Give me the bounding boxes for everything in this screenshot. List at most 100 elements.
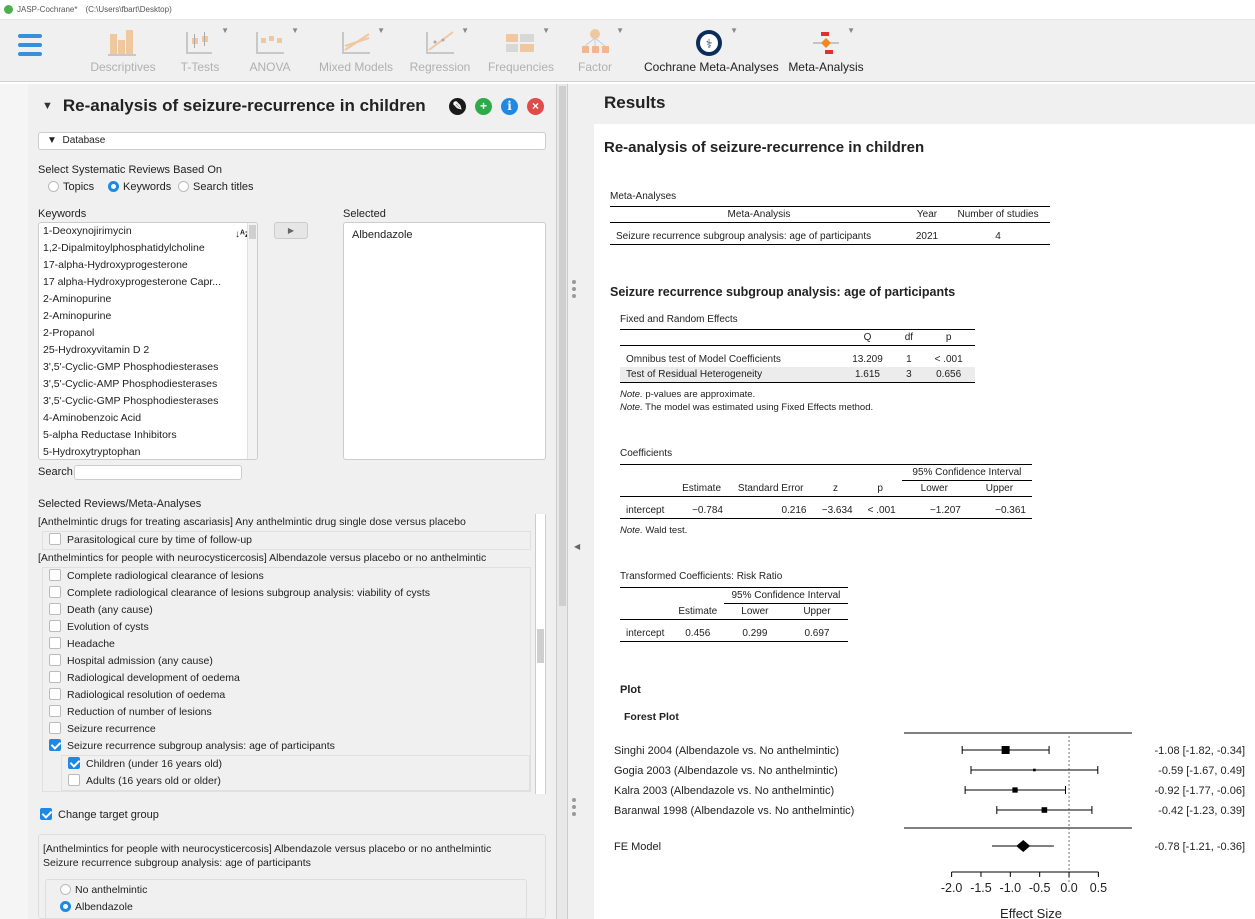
module-regression[interactable]: ▼ Regression: [406, 20, 474, 82]
review-outcome-item[interactable]: Hospital admission (any cause): [43, 653, 530, 670]
keyword-item[interactable]: 1,2-Dipalmitoylphosphatidylcholine: [39, 240, 231, 257]
search-input[interactable]: [74, 465, 242, 480]
close-icon[interactable]: ×: [527, 98, 544, 115]
collapse-triangle-icon[interactable]: ▼: [42, 100, 53, 112]
module-t-tests[interactable]: ▼ T-Tests: [178, 20, 229, 82]
checkbox-icon[interactable]: [49, 603, 61, 615]
selected-keyword-item[interactable]: Albendazole: [352, 229, 413, 241]
module-descriptives[interactable]: Descriptives: [84, 20, 162, 82]
search-label: Search: [38, 466, 73, 478]
x-tick-label: -1.0: [1000, 881, 1022, 895]
module-frequencies[interactable]: ▼ Frequencies: [486, 20, 556, 82]
checkbox-icon[interactable]: [49, 705, 61, 717]
module-meta-analysis[interactable]: ▼ Meta-Analysis: [782, 20, 870, 82]
subgroup-box: Children (under 16 years old) Adults (16 …: [61, 755, 530, 791]
review-outcome-item[interactable]: Parasitological cure by time of follow-u…: [43, 532, 530, 549]
table-row: intercept −0.784 0.216 −3.634 < .001 −1.…: [620, 497, 1032, 519]
radio-circle-icon: [60, 884, 71, 895]
checkbox-checked-icon[interactable]: [68, 757, 80, 769]
radio-no-anthelmintic[interactable]: No anthelmintic: [60, 884, 147, 896]
radio-selected-icon: [108, 181, 119, 192]
results-title: Results: [604, 93, 666, 112]
scroll-thumb[interactable]: [559, 86, 566, 606]
keyword-item[interactable]: 2-Propanol: [39, 325, 231, 342]
keyword-item[interactable]: 1-Deoxynojirimycin: [39, 223, 231, 240]
review-outcome-item[interactable]: Evolution of cysts: [43, 619, 530, 636]
drag-handle-icon[interactable]: [571, 798, 577, 819]
checkbox-icon[interactable]: [49, 533, 61, 545]
module-mixed-models[interactable]: ▼ Mixed Models: [316, 20, 396, 82]
plot-section-title: Plot: [620, 684, 641, 696]
info-icon[interactable]: i: [501, 98, 518, 115]
checkbox-icon[interactable]: [68, 774, 80, 786]
radio-topics[interactable]: Topics: [48, 181, 94, 193]
analysis-title[interactable]: Re-analysis of seizure-recurrence in chi…: [63, 96, 426, 116]
checkbox-icon[interactable]: [49, 620, 61, 632]
module-cochrane-meta-analyses[interactable]: ⚕ ▼ Cochrane Meta-Analyses: [644, 20, 779, 82]
keyword-item[interactable]: 5-alpha Reductase Inhibitors: [39, 427, 231, 444]
review-outcome-item[interactable]: Radiological resolution of oedema: [43, 687, 530, 704]
review-outcome-item[interactable]: Death (any cause): [43, 602, 530, 619]
hamburger-menu-icon[interactable]: [18, 34, 42, 58]
reviews-scrollbar[interactable]: [535, 514, 545, 794]
x-tick-label: 0.5: [1090, 881, 1107, 895]
jasp-logo-icon: [4, 5, 13, 14]
keyword-item[interactable]: 5-Hydroxytryptophan: [39, 444, 231, 459]
keywords-scrollbar[interactable]: [247, 223, 257, 459]
checkbox-icon[interactable]: [49, 671, 61, 683]
keyword-item[interactable]: 4-Aminobenzoic Acid: [39, 410, 231, 427]
study-effect-label: -1.08 [-1.82, -0.34]: [1155, 745, 1246, 757]
keyword-item[interactable]: 17-alpha-Hydroxyprogesterone: [39, 257, 231, 274]
module-anova[interactable]: ▼ ANOVA: [246, 20, 299, 82]
review-outcome-item[interactable]: Reduction of number of lesions: [43, 704, 530, 721]
reviews-list[interactable]: [Anthelmintic drugs for treating ascaria…: [38, 514, 546, 794]
study-label: Kalra 2003 (Albendazole vs. No anthelmin…: [614, 785, 834, 797]
review-outcome-item[interactable]: Complete radiological clearance of lesio…: [43, 568, 530, 585]
move-right-button[interactable]: ▶: [274, 222, 308, 239]
subgroup-item[interactable]: Children (under 16 years old): [62, 756, 529, 773]
review-outcome-item[interactable]: Seizure recurrence: [43, 721, 530, 738]
subgroup-item[interactable]: Adults (16 years old or older): [62, 773, 529, 790]
module-factor[interactable]: ▼ Factor: [578, 20, 624, 82]
summary-diamond: [1016, 840, 1031, 852]
checkbox-icon[interactable]: [49, 688, 61, 700]
review-outcome-item[interactable]: Headache: [43, 636, 530, 653]
collapse-left-icon[interactable]: ◀: [574, 542, 580, 551]
checkbox-checked-icon[interactable]: [49, 739, 61, 751]
panel-splitter[interactable]: ◀: [568, 84, 594, 919]
column-header: Year: [916, 209, 938, 220]
checkbox-icon[interactable]: [49, 586, 61, 598]
panel-scrollbar[interactable]: [556, 84, 568, 919]
keyword-item[interactable]: 3',5'-Cyclic-GMP Phosphodiesterases: [39, 359, 231, 376]
column-header: Upper: [803, 606, 831, 617]
checkbox-icon[interactable]: [49, 722, 61, 734]
pencil-icon[interactable]: ✎: [449, 98, 466, 115]
radio-search-titles[interactable]: Search titles: [178, 181, 254, 193]
column-header: Standard Error: [737, 482, 804, 494]
drag-handle-icon[interactable]: [571, 280, 577, 301]
keyword-item[interactable]: 3',5'-Cyclic-GMP Phosphodiesterases: [39, 393, 231, 410]
checkbox-icon[interactable]: [49, 637, 61, 649]
keyword-item[interactable]: 25-Hydroxyvitamin D 2: [39, 342, 231, 359]
section-title: Seizure recurrence subgroup analysis: ag…: [610, 285, 956, 299]
keyword-item[interactable]: 2-Aminopurine: [39, 291, 231, 308]
radio-albendazole[interactable]: Albendazole: [60, 901, 133, 913]
study-label: Gogia 2003 (Albendazole vs. No anthelmin…: [614, 765, 838, 777]
selected-keywords-list[interactable]: Albendazole: [343, 222, 546, 460]
keyword-item[interactable]: 2-Aminopurine: [39, 308, 231, 325]
keyword-item[interactable]: 3',5'-Cyclic-AMP Phosphodiesterases: [39, 376, 231, 393]
keyword-item[interactable]: 17 alpha-Hydroxyprogesterone Capr...: [39, 274, 231, 291]
radio-keywords[interactable]: Keywords: [108, 181, 171, 193]
checkbox-icon[interactable]: [49, 569, 61, 581]
plus-icon[interactable]: +: [475, 98, 492, 115]
checkbox-icon[interactable]: [49, 654, 61, 666]
ci-header: 95% Confidence Interval: [723, 587, 848, 604]
x-tick-label: 0.0: [1060, 881, 1077, 895]
checkbox-checked-icon[interactable]: [40, 808, 52, 820]
review-outcome-item[interactable]: Radiological development of oedema: [43, 670, 530, 687]
database-section-toggle[interactable]: ▼ Database: [38, 132, 546, 150]
review-outcome-item[interactable]: Seizure recurrence subgroup analysis: ag…: [43, 738, 530, 755]
keywords-list[interactable]: 1-Deoxynojirimycin 1,2-Dipalmitoylphospha…: [38, 222, 258, 460]
review-outcome-item[interactable]: Complete radiological clearance of lesio…: [43, 585, 530, 602]
change-target-checkbox[interactable]: Change target group: [40, 808, 159, 821]
